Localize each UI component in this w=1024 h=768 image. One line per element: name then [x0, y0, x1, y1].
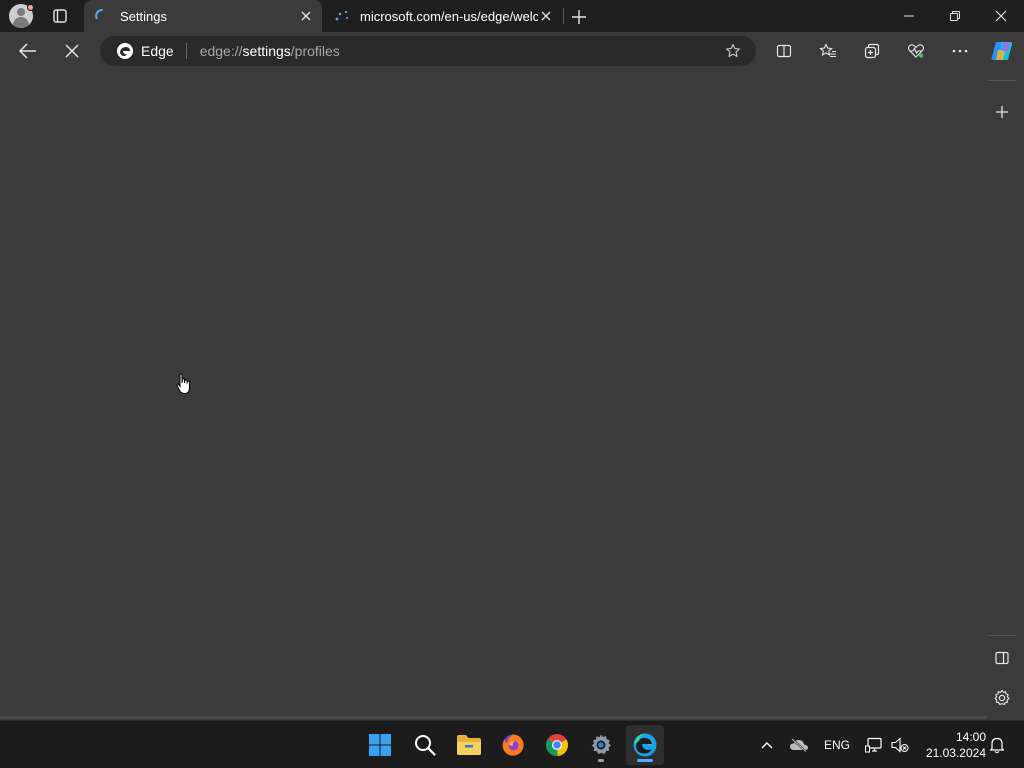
tab-settings[interactable]: Settings [84, 0, 322, 32]
copilot-icon[interactable] [990, 39, 1014, 63]
tab-strip: Settings microsoft.com/en-us/edge/welc [0, 0, 1024, 32]
close-tab-icon[interactable] [298, 8, 314, 24]
volume-muted-icon[interactable] [889, 721, 911, 768]
tab-actions-icon[interactable] [50, 6, 70, 26]
system-clock[interactable]: 14:00 21.03.2024 [916, 729, 986, 761]
tab-title: microsoft.com/en-us/edge/welc [360, 8, 538, 24]
notification-bell-icon[interactable] [986, 721, 1008, 768]
loading-spinner-icon [94, 8, 110, 24]
page-content [0, 70, 987, 716]
active-indicator [637, 759, 653, 762]
hand-cursor-icon [176, 373, 192, 395]
edge-window: Settings microsoft.com/en-us/edge/welc E… [0, 0, 1024, 768]
more-options-icon[interactable] [948, 39, 972, 63]
firefox-icon[interactable] [494, 725, 532, 765]
clock-date: 21.03.2024 [925, 746, 986, 760]
split-screen-icon[interactable] [772, 39, 796, 63]
language-indicator[interactable]: ENG [820, 721, 854, 768]
loading-dots-icon [334, 8, 350, 24]
tab-title: Settings [120, 8, 167, 24]
address-bar[interactable]: Edge edge://settings/profiles [100, 36, 756, 66]
running-indicator [598, 759, 604, 762]
back-icon[interactable] [13, 36, 43, 66]
sidebar-divider [988, 635, 1016, 636]
sidebar-add-icon[interactable] [991, 101, 1013, 123]
show-hidden-icons-chevron-icon[interactable] [756, 721, 778, 768]
edge-taskbar-icon[interactable] [626, 725, 664, 765]
windows-taskbar: ENG 14:00 21.03.2024 [0, 720, 1024, 768]
hide-sidebar-icon[interactable] [991, 647, 1013, 669]
stop-loading-icon[interactable] [57, 36, 87, 66]
edge-sidebar [987, 70, 1024, 720]
close-window-icon[interactable] [978, 0, 1024, 32]
network-icon[interactable] [863, 721, 885, 768]
sidebar-settings-gear-icon[interactable] [991, 687, 1013, 709]
toolbar: Edge edge://settings/profiles [0, 32, 1024, 70]
favorites-icon[interactable] [816, 39, 840, 63]
tab-microsoft-welcome[interactable]: microsoft.com/en-us/edge/welc [324, 0, 562, 32]
restore-icon[interactable] [932, 0, 978, 32]
browser-essentials-icon[interactable] [904, 39, 928, 63]
search-icon[interactable] [406, 725, 444, 765]
tab-separator [563, 8, 564, 24]
minimize-icon[interactable] [886, 0, 932, 32]
favorite-star-icon[interactable] [724, 42, 742, 60]
clock-time: 14:00 [955, 730, 986, 744]
content-bottom-edge [0, 716, 987, 719]
url-text: edge://settings/profiles [199, 43, 340, 59]
start-button-icon[interactable] [361, 725, 399, 765]
file-explorer-icon[interactable] [450, 725, 488, 765]
new-tab-icon[interactable] [568, 6, 590, 28]
close-tab-icon[interactable] [538, 8, 554, 24]
collections-icon[interactable] [860, 39, 884, 63]
address-divider [185, 43, 187, 59]
edge-brand-label: Edge [141, 43, 174, 59]
sidebar-divider [988, 80, 1016, 81]
onedrive-offline-icon[interactable] [788, 721, 810, 768]
chrome-icon[interactable] [538, 725, 576, 765]
edge-logo-icon [116, 42, 134, 60]
settings-gear-icon[interactable] [582, 725, 620, 765]
profile-notification-dot [27, 4, 34, 11]
